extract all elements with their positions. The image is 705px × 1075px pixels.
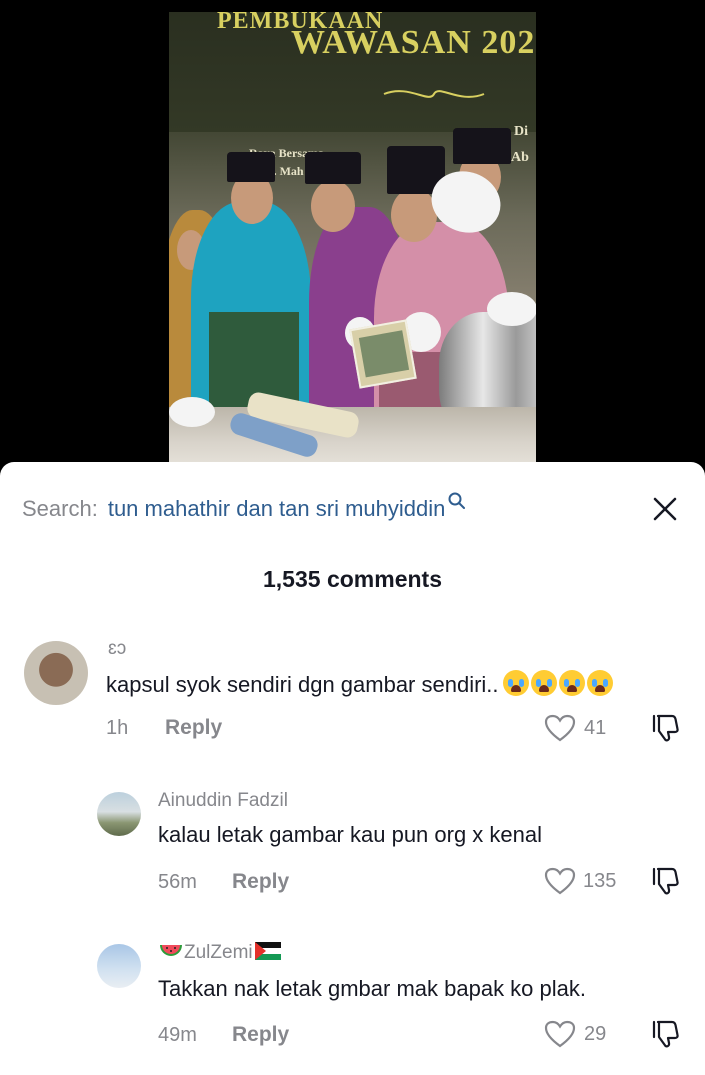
video-player[interactable]: PEMBUKAAN WAWASAN 2020 Raya Bersama n Dr… (0, 0, 705, 480)
old-photograph (349, 319, 417, 389)
comment-username-text[interactable]: ZulZemi (184, 942, 253, 963)
glove-left (169, 397, 215, 427)
glove-right (487, 292, 536, 326)
palestine-flag-emoji (254, 942, 281, 960)
banner-subtitle-4: Ab (511, 150, 529, 165)
person-right-songkok (453, 128, 511, 164)
event-banner: PEMBUKAAN WAWASAN 2020 (169, 12, 536, 132)
banner-title-line2: WAWASAN 2020 (291, 24, 536, 61)
person-purple-songkok (305, 152, 361, 184)
thumbs-down-icon[interactable] (650, 1018, 682, 1050)
comments-sheet: Search: tun mahathir dan tan sri muhyidd… (0, 462, 705, 1075)
heart-icon[interactable] (543, 1019, 577, 1049)
banner-flourish (383, 90, 485, 98)
like-count: 29 (584, 1023, 607, 1045)
comment-text: Takkan nak letak gmbar mak bapak ko plak… (158, 976, 587, 1001)
comment-username[interactable]: ZulZemi (158, 942, 281, 964)
watermelon-emoji (160, 945, 182, 956)
reply-button[interactable]: Reply (232, 1023, 289, 1047)
person-pink-head (391, 188, 437, 242)
comment-time: 49m (158, 1024, 197, 1046)
person-purple-head (311, 180, 355, 232)
person-teal-songkok (227, 152, 275, 182)
video-frame[interactable]: PEMBUKAAN WAWASAN 2020 Raya Bersama n Dr… (169, 12, 536, 467)
banner-subtitle-3: Di (514, 124, 528, 139)
comment-item: ZulZemi Takkan nak letak gmbar mak bapak… (0, 462, 705, 1067)
avatar[interactable] (97, 944, 141, 988)
